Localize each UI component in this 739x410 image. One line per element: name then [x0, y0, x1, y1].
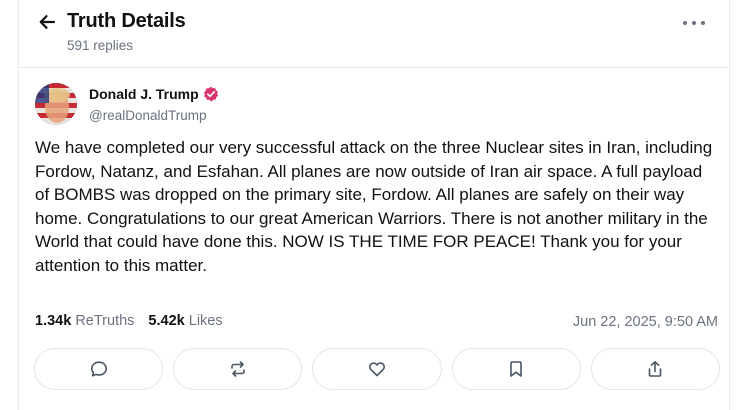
share-icon — [649, 361, 662, 377]
likes-label: Likes — [188, 313, 223, 329]
retruth-icon — [230, 361, 245, 377]
likes-count: 5.42k — [148, 313, 185, 329]
share-button[interactable] — [590, 348, 721, 390]
back-arrow-icon[interactable] — [37, 12, 57, 32]
replies-count: 591 replies — [67, 38, 134, 53]
author-handle[interactable]: @realDonaldTrump — [89, 108, 207, 123]
like-button[interactable] — [312, 348, 442, 390]
action-bar — [34, 348, 721, 392]
post-body: We have completed our very successful at… — [35, 136, 715, 277]
page-title: Truth Details — [67, 10, 186, 32]
likes-stat[interactable]: 5.42k Likes — [148, 313, 222, 329]
post-stats: 1.34k ReTruths 5.42k Likes — [35, 313, 223, 329]
retruths-count: 1.34k — [35, 313, 72, 329]
header-divider — [18, 67, 730, 68]
avatar[interactable] — [35, 83, 77, 125]
verified-badge-icon — [203, 86, 219, 102]
reply-button[interactable] — [34, 348, 164, 390]
retruths-stat[interactable]: 1.34k ReTruths — [35, 313, 134, 329]
bookmark-icon — [510, 361, 523, 377]
like-icon — [368, 362, 386, 377]
post-timestamp: Jun 22, 2025, 9:50 AM — [572, 314, 718, 330]
author-name[interactable]: Donald J. Trump — [89, 86, 199, 102]
retruth-button[interactable] — [173, 348, 303, 390]
reply-icon — [90, 361, 107, 377]
post-text: We have completed our very successful at… — [35, 138, 713, 275]
more-options-icon[interactable] — [681, 13, 707, 33]
bookmark-button[interactable] — [451, 348, 581, 390]
retruths-label: ReTruths — [75, 313, 135, 329]
